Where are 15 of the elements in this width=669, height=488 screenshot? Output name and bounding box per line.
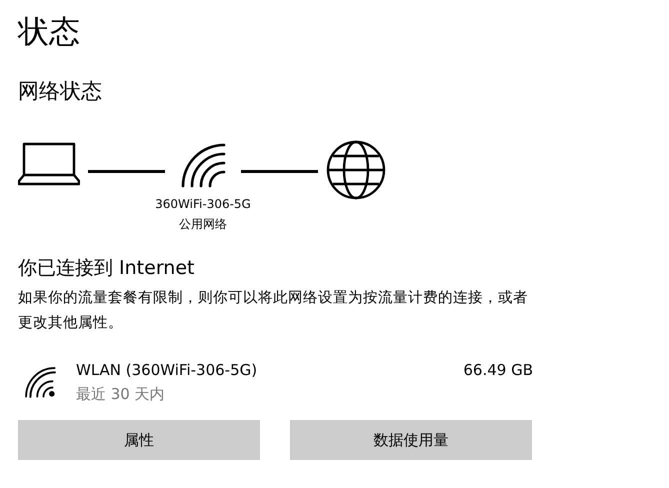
wifi-icon (180, 142, 226, 188)
connection-heading: 你已连接到 Internet (18, 256, 196, 281)
wifi-icon (24, 366, 56, 398)
section-heading: 网络状态 (18, 78, 103, 105)
data-usage: 66.49 GB (463, 360, 533, 381)
network-name: 360WiFi-306-5G (155, 196, 251, 213)
adapter-name: WLAN (360WiFi-306-5G) (76, 360, 258, 381)
network-type: 公用网络 (179, 216, 227, 233)
connection-description: 如果你的流量套餐有限制，则你可以将此网络设置为按流量计费的连接，或者更改其他属性。 (18, 288, 529, 333)
globe-icon (326, 140, 386, 200)
properties-button[interactable]: 属性 (18, 420, 260, 460)
laptop-icon (18, 142, 80, 186)
page-title: 状态 (18, 13, 81, 52)
data-usage-button[interactable]: 数据使用量 (290, 420, 532, 460)
usage-period: 最近 30 天内 (76, 384, 166, 405)
